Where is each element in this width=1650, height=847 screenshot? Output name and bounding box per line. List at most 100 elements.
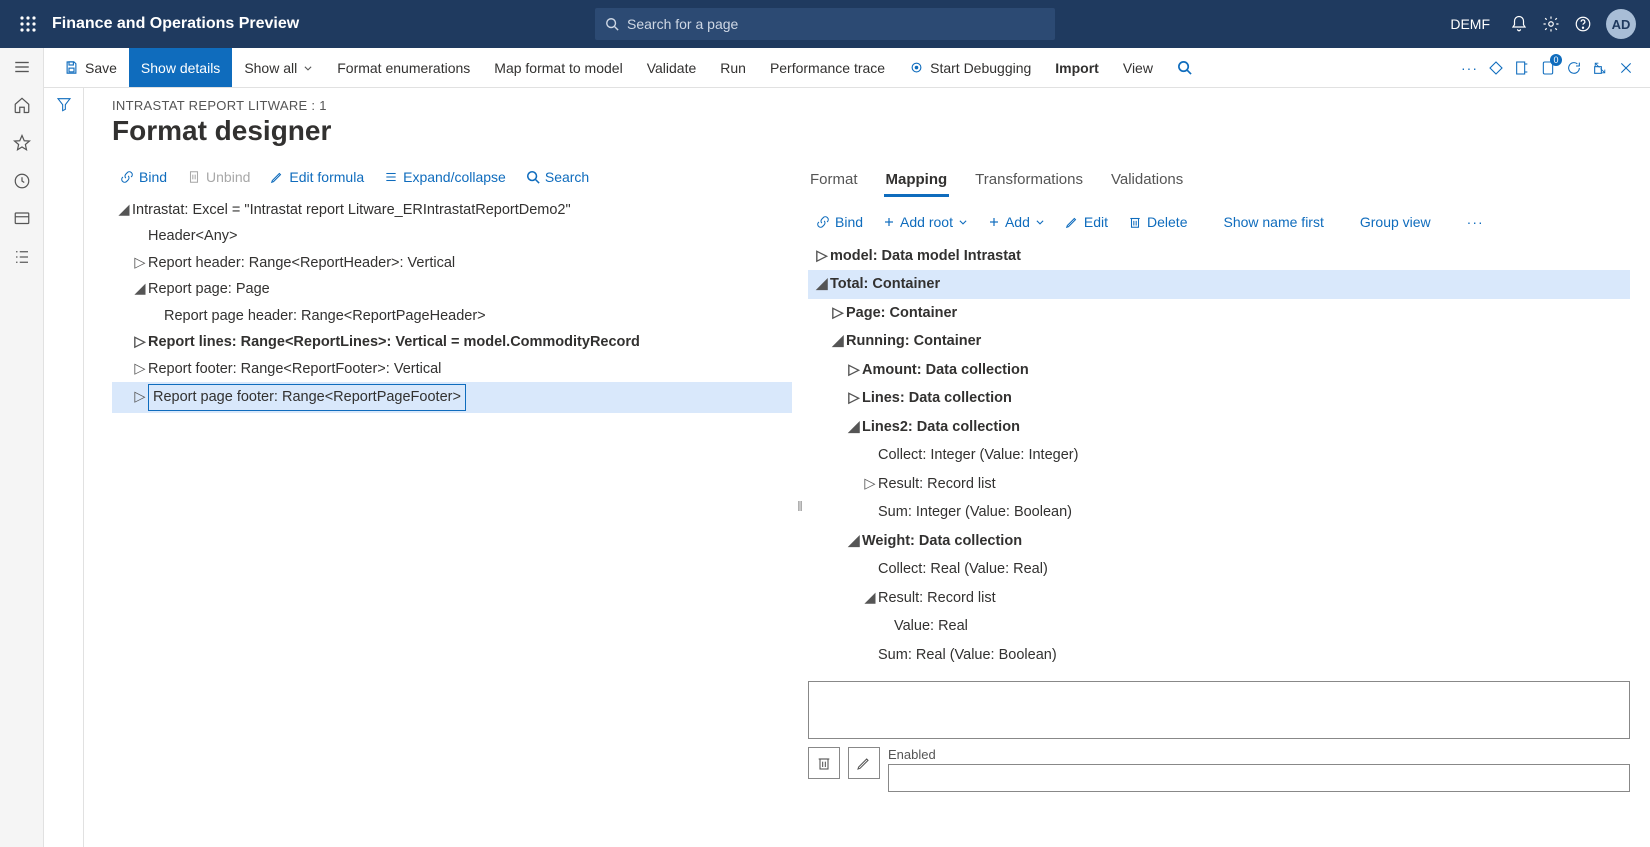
app-launcher-icon[interactable] (8, 16, 48, 32)
more-mapping-actions-icon[interactable]: ··· (1459, 210, 1492, 234)
more-actions-icon[interactable]: ··· (1461, 60, 1478, 76)
show-details-button[interactable]: Show details (129, 48, 232, 87)
tree-node[interactable]: ▷Page: Container (808, 299, 1630, 327)
chevron-down-icon[interactable]: ◢ (862, 587, 878, 609)
close-icon[interactable] (1618, 60, 1634, 76)
refresh-icon[interactable] (1566, 60, 1582, 76)
hamburger-icon[interactable] (13, 58, 31, 76)
tree-node[interactable]: ▷Amount: Data collection (808, 356, 1630, 384)
map-format-to-model-button[interactable]: Map format to model (482, 48, 634, 87)
tree-node[interactable]: ▷Report header: Range<ReportHeader>: Ver… (112, 250, 792, 276)
performance-trace-button[interactable]: Performance trace (758, 48, 897, 87)
attachment-icon[interactable] (1488, 60, 1504, 76)
edit-node-button[interactable]: Edit (1057, 210, 1116, 234)
tab-mapping[interactable]: Mapping (884, 165, 950, 197)
run-button[interactable]: Run (708, 48, 758, 87)
expand-collapse-button[interactable]: Expand/collapse (376, 165, 514, 189)
chevron-down-icon[interactable]: ◢ (830, 330, 846, 352)
filter-icon[interactable] (56, 96, 72, 847)
tab-transformations[interactable]: Transformations (973, 165, 1085, 197)
save-button[interactable]: Save (52, 48, 129, 87)
chevron-right-icon[interactable]: ▷ (132, 331, 148, 353)
tree-node[interactable]: ◢Lines2: Data collection (808, 413, 1630, 441)
mapping-tree[interactable]: ▷model: Data model Intrastat ◢Total: Con… (808, 242, 1630, 669)
enabled-label: Enabled (888, 747, 1630, 762)
tree-node[interactable]: ◢Report page: Page (112, 276, 792, 302)
chevron-right-icon[interactable]: ▷ (862, 473, 878, 495)
tree-node[interactable]: Sum: Integer (Value: Boolean) (808, 498, 1630, 526)
tree-node[interactable]: ◢Running: Container (808, 327, 1630, 355)
tree-node[interactable]: ◢Weight: Data collection (808, 527, 1630, 555)
add-root-button[interactable]: Add root (875, 210, 976, 234)
start-debugging-button[interactable]: Start Debugging (897, 48, 1043, 87)
company-code[interactable]: DEMF (1450, 16, 1490, 32)
tree-node[interactable]: ▷model: Data model Intrastat (808, 242, 1630, 270)
chevron-down-icon[interactable]: ◢ (132, 278, 148, 300)
home-icon[interactable] (13, 96, 31, 114)
bind-mapping-button[interactable]: Bind (808, 210, 871, 234)
notifications-icon[interactable] (1510, 15, 1528, 33)
format-tree[interactable]: ◢Intrastat: Excel = "Intrastat report Li… (112, 197, 792, 413)
tree-node[interactable]: ▷Lines: Data collection (808, 384, 1630, 412)
chevron-down-icon[interactable]: ◢ (116, 199, 132, 221)
delete-formula-button[interactable] (808, 747, 840, 779)
tree-node[interactable]: Value: Real (808, 612, 1630, 640)
tree-node[interactable]: ▷Report lines: Range<ReportLines>: Verti… (112, 329, 792, 355)
add-node-button[interactable]: Add (980, 210, 1053, 234)
recent-icon[interactable] (13, 172, 31, 190)
view-button[interactable]: View (1111, 48, 1165, 87)
tree-node[interactable]: Header<Any> (112, 223, 792, 249)
bind-button[interactable]: Bind (112, 165, 175, 189)
tree-node[interactable]: Collect: Real (Value: Real) (808, 555, 1630, 583)
global-search[interactable]: Search for a page (595, 8, 1055, 40)
delete-node-button[interactable]: Delete (1120, 210, 1195, 234)
help-icon[interactable] (1574, 15, 1592, 33)
tab-format[interactable]: Format (808, 165, 860, 197)
tab-validations[interactable]: Validations (1109, 165, 1185, 197)
search-action-icon[interactable] (1165, 48, 1204, 87)
import-button[interactable]: Import (1043, 48, 1111, 87)
modules-icon[interactable] (13, 248, 31, 266)
global-nav: Finance and Operations Preview Search fo… (0, 0, 1650, 48)
gear-icon[interactable] (1542, 15, 1560, 33)
tree-node[interactable]: ◢Intrastat: Excel = "Intrastat report Li… (112, 197, 792, 223)
page-title: Format designer (112, 115, 1630, 147)
tree-node-selected[interactable]: ◢Total: Container (808, 270, 1630, 298)
office-icon[interactable] (1514, 60, 1530, 76)
group-view-button[interactable]: Group view (1352, 210, 1439, 234)
tree-node[interactable]: ▷Report footer: Range<ReportFooter>: Ver… (112, 356, 792, 382)
chevron-right-icon[interactable]: ▷ (132, 252, 148, 274)
popout-icon[interactable] (1592, 60, 1608, 76)
edit-formula-button[interactable]: Edit formula (262, 165, 372, 189)
validate-button[interactable]: Validate (635, 48, 709, 87)
chevron-right-icon[interactable]: ▷ (132, 358, 148, 380)
tree-node[interactable]: Report page header: Range<ReportPageHead… (112, 303, 792, 329)
chevron-right-icon[interactable]: ▷ (132, 386, 148, 408)
messages-icon[interactable]: 0 (1540, 60, 1556, 76)
chevron-right-icon[interactable]: ▷ (830, 302, 846, 324)
search-tree-button[interactable]: Search (518, 165, 597, 189)
user-avatar[interactable]: AD (1606, 9, 1636, 39)
formula-textarea[interactable] (808, 681, 1630, 739)
format-enumerations-button[interactable]: Format enumerations (325, 48, 482, 87)
chevron-right-icon[interactable]: ▷ (846, 387, 862, 409)
enabled-input[interactable] (888, 764, 1630, 792)
tree-node[interactable]: ▷Result: Record list (808, 470, 1630, 498)
show-name-first-button[interactable]: Show name first (1215, 210, 1331, 234)
chevron-down-icon[interactable]: ◢ (846, 530, 862, 552)
star-icon[interactable] (13, 134, 31, 152)
tree-node[interactable]: Sum: Real (Value: Boolean) (808, 641, 1630, 669)
chevron-down-icon[interactable]: ◢ (846, 416, 862, 438)
tree-node[interactable]: Collect: Integer (Value: Integer) (808, 441, 1630, 469)
action-pane: Save Show details Show all Format enumer… (44, 48, 1650, 88)
pane-splitter[interactable]: ‖ (792, 165, 808, 847)
show-all-button[interactable]: Show all (232, 48, 325, 87)
tree-node-selected[interactable]: ▷Report page footer: Range<ReportPageFoo… (112, 382, 792, 412)
workspace-icon[interactable] (13, 210, 31, 228)
chevron-right-icon[interactable]: ▷ (814, 245, 830, 267)
tree-node[interactable]: ◢Result: Record list (808, 584, 1630, 612)
right-pane-tabs: Format Mapping Transformations Validatio… (808, 165, 1630, 198)
chevron-right-icon[interactable]: ▷ (846, 359, 862, 381)
chevron-down-icon[interactable]: ◢ (814, 273, 830, 295)
edit-formula-icon-button[interactable] (848, 747, 880, 779)
